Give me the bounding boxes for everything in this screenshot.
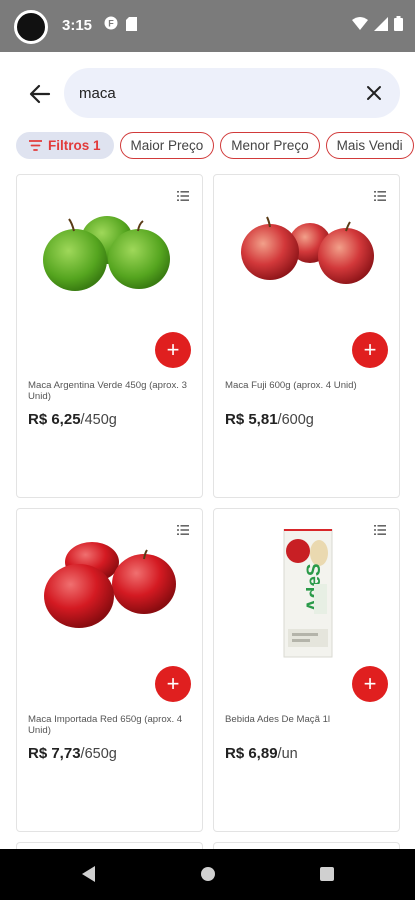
- battery-icon: [394, 16, 403, 36]
- product-image-ades-carton[interactable]: AdeS: [214, 524, 401, 659]
- add-to-cart-button[interactable]: +: [155, 332, 191, 368]
- signal-icon: [374, 16, 388, 36]
- product-name: Maca Importada Red 650g (aprox. 4 Unid): [28, 714, 183, 736]
- product-name: Maca Fuji 600g (aprox. 4 Unid): [225, 380, 357, 391]
- svg-text:F: F: [108, 19, 114, 29]
- product-name: Maca Argentina Verde 450g (aprox. 3 Unid…: [28, 380, 187, 402]
- product-card[interactable]: + Maca Fuji 600g (aprox. 4 Unid) R$ 5,81…: [213, 174, 400, 498]
- product-name: Bebida Ades De Maçã 1l: [225, 714, 331, 725]
- wifi-icon: [352, 16, 368, 36]
- product-card[interactable]: AdeS + Bebida Ades De Maçã 1l R$ 6,89/un: [213, 508, 400, 832]
- nav-recents-icon[interactable]: [320, 867, 334, 881]
- camera-cutout: [14, 10, 48, 44]
- add-to-cart-button[interactable]: +: [352, 666, 388, 702]
- search-header: [0, 66, 415, 120]
- product-price: R$ 6,25/450g: [28, 411, 117, 428]
- filters-chip-label: Filtros 1: [48, 138, 101, 153]
- product-image-red-apples[interactable]: [17, 529, 204, 659]
- back-arrow-icon[interactable]: [26, 80, 54, 108]
- status-bar: 3:15 F: [0, 0, 415, 52]
- product-price: R$ 5,81/600g: [225, 411, 314, 428]
- search-input[interactable]: [79, 68, 349, 118]
- notification-app-icon: F: [104, 16, 118, 33]
- chip-menor-preco[interactable]: Menor Preço: [220, 132, 320, 159]
- status-time: 3:15: [62, 17, 93, 34]
- sim-card-icon: [126, 17, 137, 34]
- nav-home-icon[interactable]: [201, 867, 215, 881]
- chip-maior-preco[interactable]: Maior Preço: [119, 132, 215, 159]
- system-nav-bar: [0, 849, 415, 900]
- filter-chips: Filtros 1 Maior Preço Menor Preço Mais Ven…: [16, 132, 415, 160]
- product-card[interactable]: + Maca Importada Red 650g (aprox. 4 Unid…: [16, 508, 203, 832]
- clear-search-icon[interactable]: [360, 79, 388, 107]
- chip-mais-vendidos[interactable]: Mais Vendi: [325, 132, 414, 159]
- filters-chip[interactable]: Filtros 1: [16, 132, 114, 159]
- product-card[interactable]: + Maca Argentina Verde 450g (aprox. 3 Un…: [16, 174, 203, 498]
- next-row-peek: [16, 842, 400, 849]
- product-price: R$ 6,89/un: [225, 745, 298, 762]
- product-price: R$ 7,73/650g: [28, 745, 117, 762]
- nav-back-icon[interactable]: [82, 866, 96, 887]
- search-bar: [64, 68, 400, 118]
- product-image-green-apples[interactable]: [17, 195, 204, 325]
- add-to-cart-button[interactable]: +: [155, 666, 191, 702]
- product-image-fuji-apples[interactable]: [214, 195, 401, 325]
- add-to-cart-button[interactable]: +: [352, 332, 388, 368]
- filter-icon: [29, 140, 42, 151]
